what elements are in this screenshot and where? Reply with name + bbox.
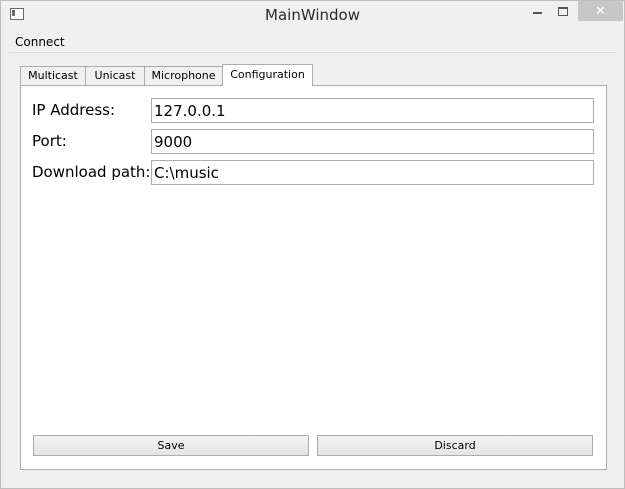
menu-item-connect[interactable]: Connect [15, 35, 65, 49]
port-input[interactable] [151, 129, 594, 154]
tab-configuration[interactable]: Configuration [222, 64, 313, 86]
main-window: MainWindow ✕ Connect Multicast Unicast M… [0, 0, 625, 489]
download-path-label: Download path: [32, 163, 151, 181]
close-button[interactable]: ✕ [578, 1, 623, 21]
tab-multicast[interactable]: Multicast [20, 66, 86, 85]
ip-address-input[interactable] [151, 98, 594, 123]
title-bar[interactable]: MainWindow ✕ [1, 1, 624, 31]
discard-button[interactable]: Discard [317, 435, 593, 456]
minimize-button[interactable] [524, 1, 550, 21]
minimize-icon [532, 11, 542, 14]
download-path-input[interactable] [151, 160, 594, 185]
close-icon: ✕ [595, 3, 606, 19]
menu-bar: Connect [9, 32, 617, 53]
ip-address-label: IP Address: [32, 101, 116, 119]
configuration-panel: IP Address: Port: Download path: Save Di… [20, 85, 607, 470]
maximize-icon [558, 6, 568, 16]
save-button[interactable]: Save [33, 435, 309, 456]
tab-unicast[interactable]: Unicast [85, 66, 145, 85]
maximize-button[interactable] [550, 1, 576, 21]
port-label: Port: [32, 132, 67, 150]
tab-microphone[interactable]: Microphone [144, 66, 223, 85]
